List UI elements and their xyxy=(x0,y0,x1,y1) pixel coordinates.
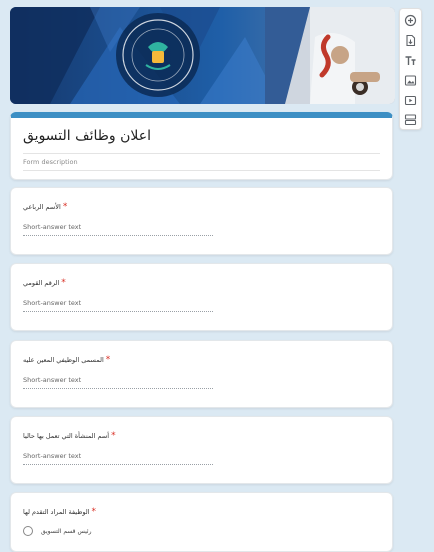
question-label: الأسم الرباعي * xyxy=(23,202,68,212)
question-toolbar xyxy=(399,8,422,130)
question-card[interactable]: أسم المنشأة التي تعمل بها حاليا * Short-a… xyxy=(10,416,393,484)
question-card[interactable]: المسمى الوظيفي المعين عليه * Short-answer… xyxy=(10,340,393,408)
required-mark: * xyxy=(62,202,68,212)
form-title-card: اعلان وظائف التسويق Form description xyxy=(10,112,393,180)
question-label: الرقم القومي * xyxy=(23,278,66,288)
form-description-field[interactable]: Form description xyxy=(23,158,380,171)
radio-option[interactable]: رئيس قسم التسويق xyxy=(23,526,92,536)
question-card[interactable]: الوظيفة المراد التقدم لها * رئيس قسم التس… xyxy=(10,492,393,552)
import-questions-icon[interactable] xyxy=(404,34,417,47)
radio-option-label: رئيس قسم التسويق xyxy=(41,527,92,535)
required-mark: * xyxy=(91,507,97,517)
short-answer-field: Short-answer text xyxy=(23,299,213,312)
header-banner xyxy=(10,7,395,104)
add-video-icon[interactable] xyxy=(404,94,417,107)
required-mark: * xyxy=(111,431,116,441)
short-answer-field: Short-answer text xyxy=(23,376,213,389)
add-section-icon[interactable] xyxy=(404,113,417,126)
question-label: أسم المنشأة التي تعمل بها حاليا * xyxy=(23,431,116,441)
short-answer-field: Short-answer text xyxy=(23,452,213,465)
question-card[interactable]: الرقم القومي * Short-answer text xyxy=(10,263,393,331)
required-mark: * xyxy=(105,355,111,365)
radio-button[interactable] xyxy=(23,526,33,536)
add-image-icon[interactable] xyxy=(404,74,417,87)
short-answer-field: Short-answer text xyxy=(23,223,213,236)
add-title-icon[interactable] xyxy=(404,54,417,67)
question-label: الوظيفة المراد التقدم لها * xyxy=(23,507,97,517)
question-card[interactable]: الأسم الرباعي * Short-answer text xyxy=(10,187,393,255)
add-question-icon[interactable] xyxy=(404,14,417,27)
required-mark: * xyxy=(61,278,66,288)
question-label: المسمى الوظيفي المعين عليه * xyxy=(23,355,111,365)
form-title[interactable]: اعلان وظائف التسويق xyxy=(23,128,380,154)
